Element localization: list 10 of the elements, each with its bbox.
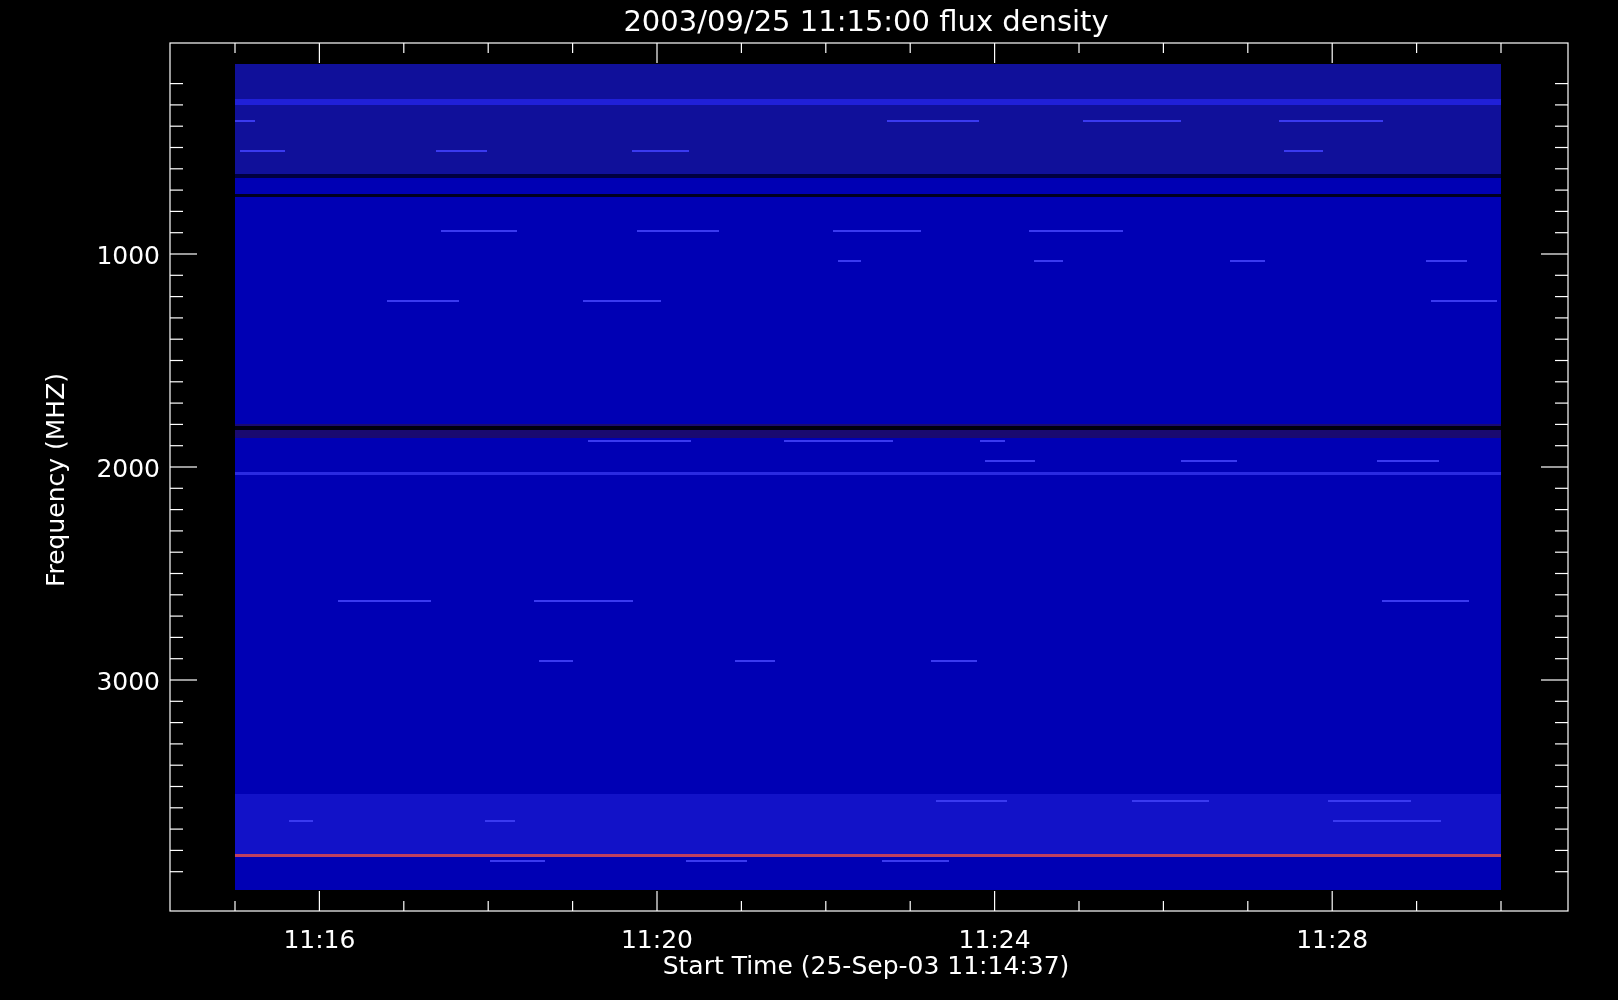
plot-title: 2003/09/25 11:15:00 flux density (623, 4, 1109, 38)
axis-label: Frequency (MHZ) (41, 372, 70, 588)
axis-label: Start Time (25-Sep-03 11:14:37) (662, 951, 1070, 980)
tick-label: 3000 (96, 667, 160, 696)
tick-label: 11:20 (621, 925, 693, 954)
tick-label: 2000 (96, 454, 160, 483)
tick-label: 1000 (96, 241, 160, 270)
tick-label: 11:24 (958, 925, 1031, 954)
tick-label: 11:16 (283, 925, 356, 954)
tick-label: 11:28 (1296, 925, 1369, 954)
